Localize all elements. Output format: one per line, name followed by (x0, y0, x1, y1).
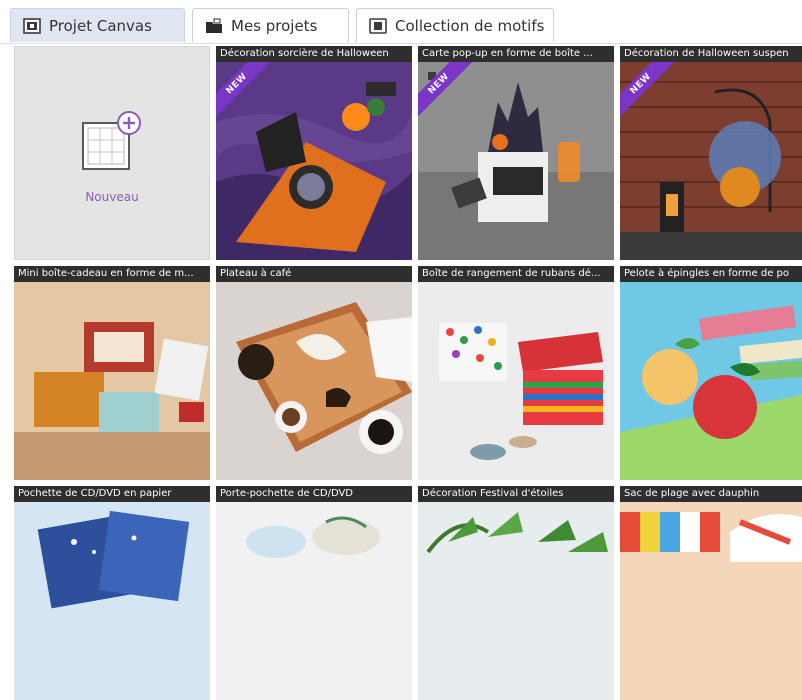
project-thumbnail (14, 282, 210, 480)
project-title: Plateau à café (216, 266, 412, 282)
tab-label: Collection de motifs (395, 16, 545, 35)
project-thumbnail (14, 502, 210, 700)
project-title: Porte-pochette de CD/DVD (216, 486, 412, 502)
project-title: Décoration de Halloween suspen (620, 46, 802, 62)
tab-collection-de-motifs[interactable]: Collection de motifs (356, 8, 554, 42)
project-title: Sac de plage avec dauphin (620, 486, 802, 502)
project-title: Pelote à épingles en forme de po (620, 266, 802, 282)
new-project-label: Nouveau (85, 190, 139, 204)
project-thumbnail (418, 62, 614, 260)
tab-label: Projet Canvas (49, 16, 152, 35)
tab-label: Mes projets (231, 16, 318, 35)
project-tile[interactable]: Décoration de Halloween suspen NEW (620, 46, 802, 260)
project-thumbnail (620, 282, 802, 480)
tab-mes-projets[interactable]: Mes projets (192, 8, 349, 42)
project-title: Boîte de rangement de rubans dé... (418, 266, 614, 282)
project-title: Décoration Festival d'étoiles (418, 486, 614, 502)
project-title: Décoration sorcière de Halloween (216, 46, 412, 62)
project-thumbnail (418, 502, 614, 700)
project-tile[interactable]: Décoration sorcière de Halloween NEW (216, 46, 412, 260)
project-thumbnail (216, 282, 412, 480)
project-thumbnail (216, 62, 412, 260)
project-thumbnail (418, 282, 614, 480)
project-tile[interactable]: Porte-pochette de CD/DVD (216, 486, 412, 700)
tab-bar: Projet Canvas Mes projets Collection de … (0, 0, 802, 44)
new-project-tile[interactable]: Nouveau (14, 46, 210, 260)
project-thumbnail (620, 62, 802, 260)
project-tile[interactable]: Mini boîte-cadeau en forme de m... (14, 266, 210, 480)
project-tile[interactable]: Carte pop-up en forme de boîte ... NEW (418, 46, 614, 260)
project-title: Carte pop-up en forme de boîte ... (418, 46, 614, 62)
project-tile[interactable]: Décoration Festival d'étoiles (418, 486, 614, 700)
project-thumbnail (620, 502, 802, 700)
project-thumbnail (216, 502, 412, 700)
project-tile[interactable]: Sac de plage avec dauphin (620, 486, 802, 700)
tab-projet-canvas[interactable]: Projet Canvas (10, 8, 185, 42)
new-project-icon (82, 111, 141, 170)
pattern-collection-icon (369, 17, 387, 34)
project-tile[interactable]: Pelote à épingles en forme de po (620, 266, 802, 480)
project-title: Mini boîte-cadeau en forme de m... (14, 266, 210, 282)
project-tile[interactable]: Plateau à café (216, 266, 412, 480)
project-title: Pochette de CD/DVD en papier (14, 486, 210, 502)
folder-icon (206, 18, 222, 33)
canvas-project-icon (23, 17, 41, 34)
project-tile[interactable]: Boîte de rangement de rubans dé... (418, 266, 614, 480)
project-tile[interactable]: Pochette de CD/DVD en papier (14, 486, 210, 700)
